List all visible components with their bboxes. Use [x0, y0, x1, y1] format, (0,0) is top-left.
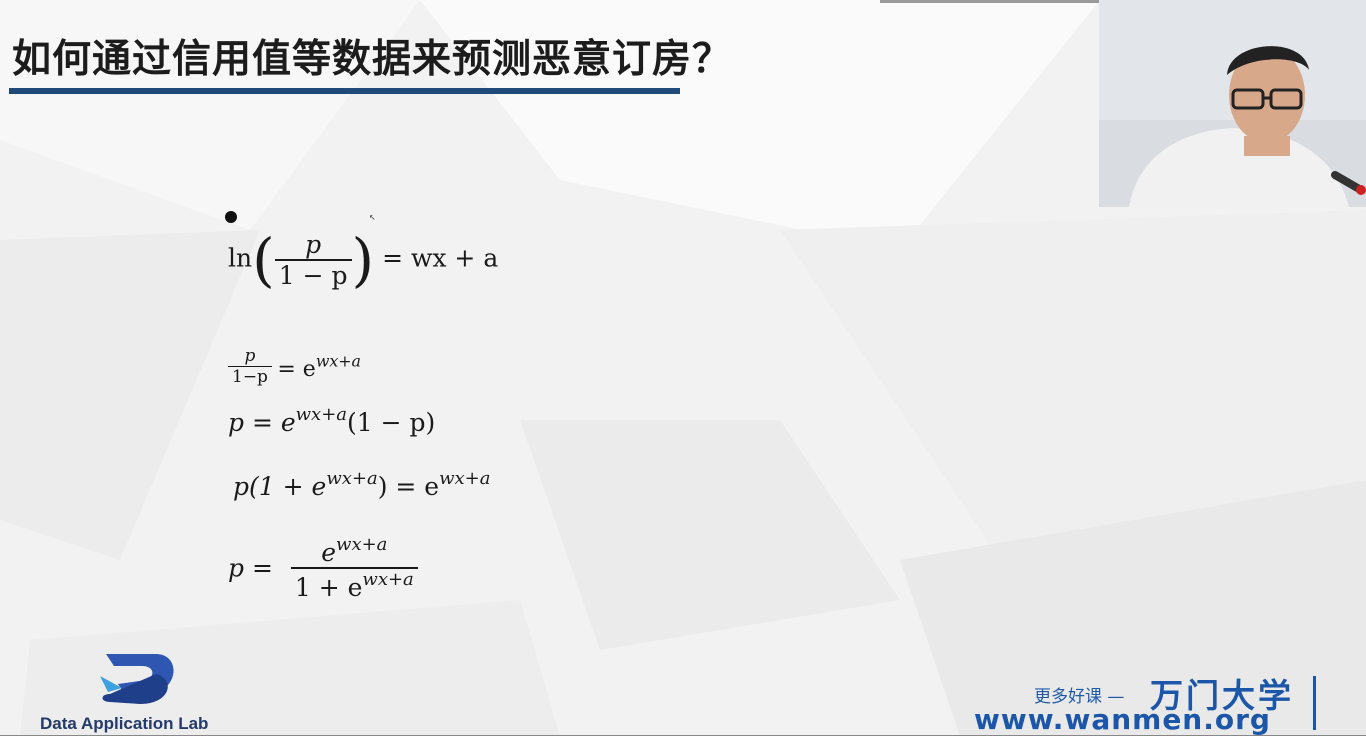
- fraction-denominator: 1−p: [228, 366, 272, 387]
- equation-rhs: = wx + a: [382, 243, 499, 273]
- ln-operator: ln: [228, 243, 253, 273]
- logo-text: Data Application Lab: [40, 714, 209, 733]
- mouse-cursor-icon: ↖: [369, 213, 376, 222]
- bullet-point: [225, 211, 237, 223]
- fraction-denominator: 1 + ewx+a: [290, 566, 418, 602]
- fraction-numerator: p: [244, 346, 256, 366]
- equation-sigmoid: p = ewx+a 1 + ewx+a: [228, 534, 418, 602]
- brand-divider: [1313, 676, 1316, 730]
- website-url: www.wanmen.org: [974, 703, 1271, 736]
- webcam-overlay: [1099, 0, 1366, 207]
- fraction-denominator: 1 − p: [274, 259, 352, 290]
- equation-log-odds: ln(p 1 − p) = wx + a: [228, 226, 499, 294]
- fraction-numerator: ewx+a: [321, 534, 388, 567]
- title-underline: [9, 88, 680, 94]
- equation-p-expanded: p = ewx+a(1 − p): [228, 404, 436, 437]
- equation-odds-exp: p 1−p = ewx+a: [228, 346, 361, 387]
- slide-title: 如何通过信用值等数据来预测恶意订房？: [12, 37, 733, 82]
- fraction-numerator: p: [305, 230, 322, 259]
- equation-rhs: = ewx+a: [277, 351, 361, 382]
- equation-p-factored: p(1 + ewx+a) = ewx+a: [233, 468, 491, 501]
